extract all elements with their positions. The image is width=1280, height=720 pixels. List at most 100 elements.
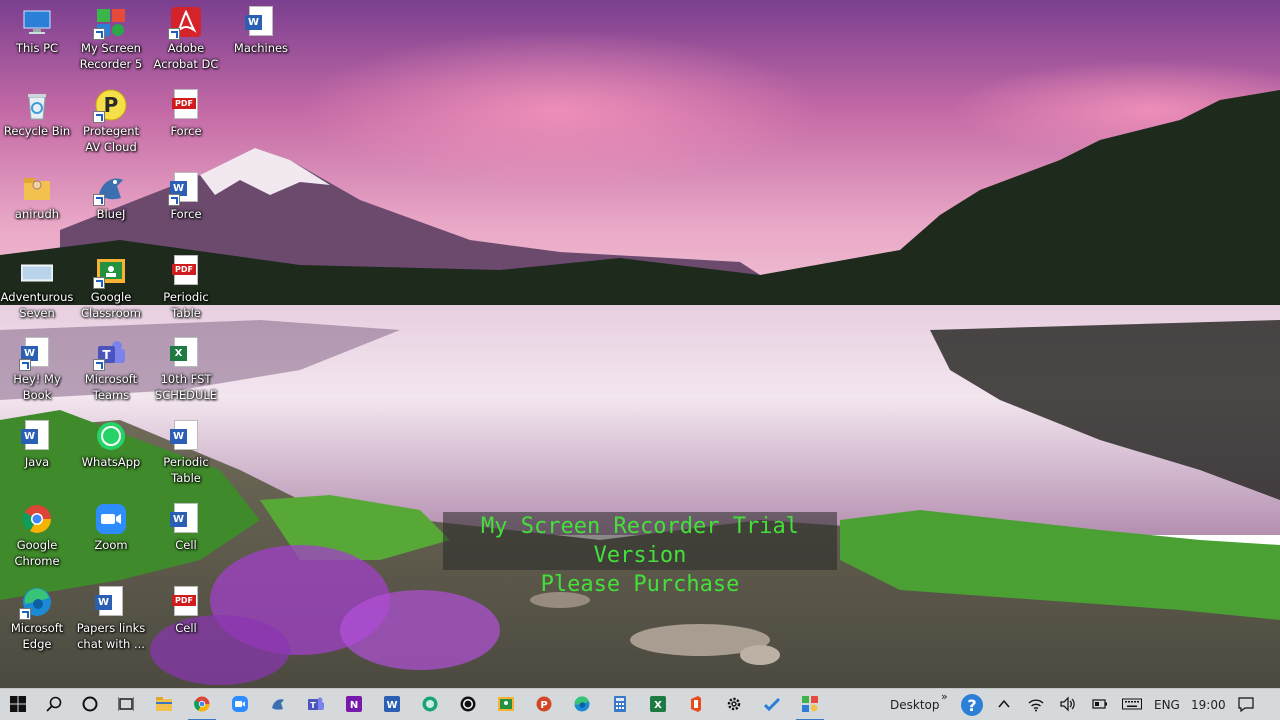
- taskbar-word[interactable]: W: [374, 689, 410, 720]
- taskbar-zoom[interactable]: [222, 689, 258, 720]
- user-folder-icon: [21, 172, 53, 204]
- desktop-icon-recycle-bin[interactable]: Recycle Bin: [0, 83, 74, 139]
- screen-recorder-icon: [93, 6, 127, 40]
- desktop-icon-label: My Screen Recorder 5: [79, 41, 143, 71]
- office-icon: [691, 696, 701, 712]
- taskbar-file-explorer[interactable]: [146, 689, 182, 720]
- desktop-icon-google-chrome[interactable]: Google Chrome: [0, 497, 74, 569]
- desktop-icon-java[interactable]: W Java: [0, 414, 74, 470]
- clock[interactable]: 19:00: [1191, 689, 1226, 720]
- svg-text:P: P: [104, 93, 119, 117]
- desktop-icon-label: anirudh: [14, 207, 60, 221]
- taskbar-app-green-circle[interactable]: [412, 689, 448, 720]
- desktop-icon-this-pc[interactable]: This PC: [0, 0, 74, 56]
- recycle-bin-icon: [21, 89, 53, 121]
- task-view-icon: [118, 697, 134, 711]
- google-classroom-icon: [93, 255, 127, 289]
- desktop-icon-label: Cell: [175, 538, 197, 552]
- watermark-line-1: My Screen Recorder Trial Version: [481, 514, 799, 568]
- desktop-icon-zoom[interactable]: Zoom: [74, 497, 148, 553]
- network-button[interactable]: [1018, 689, 1054, 720]
- protegent-icon: P: [93, 89, 127, 123]
- battery-button[interactable]: [1082, 689, 1118, 720]
- wifi-icon: [1028, 699, 1044, 712]
- pdf-icon: PDF: [170, 89, 202, 121]
- taskbar-bluej[interactable]: [260, 689, 296, 720]
- desktop-icon-force-word[interactable]: W Force: [149, 166, 223, 222]
- desktop-icon-label: Periodic Table: [163, 455, 209, 485]
- touch-keyboard-button[interactable]: [1114, 689, 1150, 720]
- speaker-icon: [1060, 696, 1075, 712]
- google-classroom-icon: [498, 697, 514, 711]
- taskbar-calculator[interactable]: [602, 689, 638, 720]
- taskbar-screen-recorder[interactable]: [792, 689, 828, 720]
- bluej-icon: [93, 172, 127, 206]
- input-language-indicator[interactable]: ENG: [1154, 689, 1180, 720]
- desktop-icon-label: BlueJ: [96, 207, 126, 221]
- desktop-icon-hey-my-book[interactable]: W Hey! My Book: [0, 331, 74, 403]
- desktop-icon-label: Papers links chat with ...: [76, 621, 146, 651]
- taskbar-excel[interactable]: X: [640, 689, 676, 720]
- chrome-icon: [194, 696, 210, 712]
- search-button[interactable]: [36, 689, 72, 720]
- circle-app-icon: [422, 696, 438, 712]
- desktop-icon-protegent[interactable]: P Protegent AV Cloud: [74, 83, 148, 155]
- desktop-icon-label: Hey! My Book: [13, 372, 61, 402]
- taskbar-todo[interactable]: [754, 689, 790, 720]
- gear-icon: [727, 697, 741, 711]
- taskbar-google-classroom[interactable]: [488, 689, 524, 720]
- desktop-icon-papers-links[interactable]: W Papers links chat with ...: [74, 580, 148, 652]
- taskbar-onenote[interactable]: N: [336, 689, 372, 720]
- desktop-icon-force-pdf[interactable]: PDF Force: [149, 83, 223, 139]
- volume-button[interactable]: [1050, 689, 1086, 720]
- taskbar-teams[interactable]: T: [298, 689, 334, 720]
- svg-text:?: ?: [967, 696, 976, 715]
- desktop-icon-microsoft-edge[interactable]: Microsoft Edge: [0, 580, 74, 652]
- desktop-icon-label: Force: [170, 207, 202, 221]
- desktop-icon-label: Zoom: [94, 538, 128, 552]
- desktop-icon-periodic-table-word[interactable]: W Periodic Table: [149, 414, 223, 486]
- desktop-icon-adventurous-seven[interactable]: Adventurous Seven: [0, 249, 74, 321]
- trial-watermark: My Screen Recorder Trial Version Please …: [443, 512, 837, 597]
- desktop-toolbar-label[interactable]: Desktop: [890, 689, 940, 720]
- action-center-button[interactable]: [1228, 689, 1264, 720]
- taskbar-edge[interactable]: [564, 689, 600, 720]
- windows-logo-icon: [10, 696, 26, 712]
- taskbar-chrome[interactable]: [184, 689, 220, 720]
- keyboard-icon: [1122, 698, 1142, 710]
- desktop-icon-anirudh[interactable]: anirudh: [0, 166, 74, 222]
- desktop-icon-label: Periodic Table: [163, 290, 209, 320]
- taskbar-settings[interactable]: [716, 689, 752, 720]
- battery-icon: [1092, 699, 1107, 709]
- desktop-icon-cell-pdf[interactable]: PDF Cell: [149, 580, 223, 636]
- cortana-button[interactable]: [72, 689, 108, 720]
- desktop-icon-10th-fst-schedule[interactable]: X 10th FST SCHEDULE: [149, 331, 223, 403]
- desktop-icon-periodic-table-pdf[interactable]: PDF Periodic Table: [149, 249, 223, 321]
- desktop-icon-label: Google Classroom: [80, 290, 141, 320]
- task-view-button[interactable]: [108, 689, 144, 720]
- desktop-icon-adobe-acrobat[interactable]: Adobe Acrobat DC: [149, 0, 223, 72]
- desktop-icon-cell-word[interactable]: W Cell: [149, 497, 223, 553]
- svg-text:T: T: [310, 701, 316, 710]
- taskbar-office[interactable]: [678, 689, 714, 720]
- svg-text:N: N: [350, 700, 358, 711]
- desktop-icon-bluej[interactable]: BlueJ: [74, 166, 148, 222]
- teams-icon: T: [308, 697, 324, 710]
- teams-icon: T: [93, 337, 127, 371]
- taskbar-powerpoint[interactable]: P: [526, 689, 562, 720]
- excel-doc-icon: X: [170, 337, 202, 369]
- desktop-icon-label: Cell: [175, 621, 197, 635]
- toolbar-overflow-chevron[interactable]: »: [941, 681, 948, 713]
- show-hidden-icons-button[interactable]: [986, 689, 1022, 720]
- desktop-icon-microsoft-teams[interactable]: T Microsoft Teams: [74, 331, 148, 403]
- desktop-icon-label: Java: [24, 455, 50, 469]
- desktop-icon-whatsapp[interactable]: WhatsApp: [74, 414, 148, 470]
- desktop-icon-google-classroom[interactable]: Google Classroom: [74, 249, 148, 321]
- help-button[interactable]: ?: [954, 689, 990, 720]
- desktop-icon-my-screen-recorder[interactable]: My Screen Recorder 5: [74, 0, 148, 72]
- whatsapp-icon: [460, 696, 476, 712]
- taskbar-whatsapp[interactable]: [450, 689, 486, 720]
- start-button[interactable]: [0, 689, 36, 720]
- desktop-icon-machines[interactable]: W Machines: [224, 0, 298, 56]
- desktop-icon-label: Protegent AV Cloud: [82, 124, 139, 154]
